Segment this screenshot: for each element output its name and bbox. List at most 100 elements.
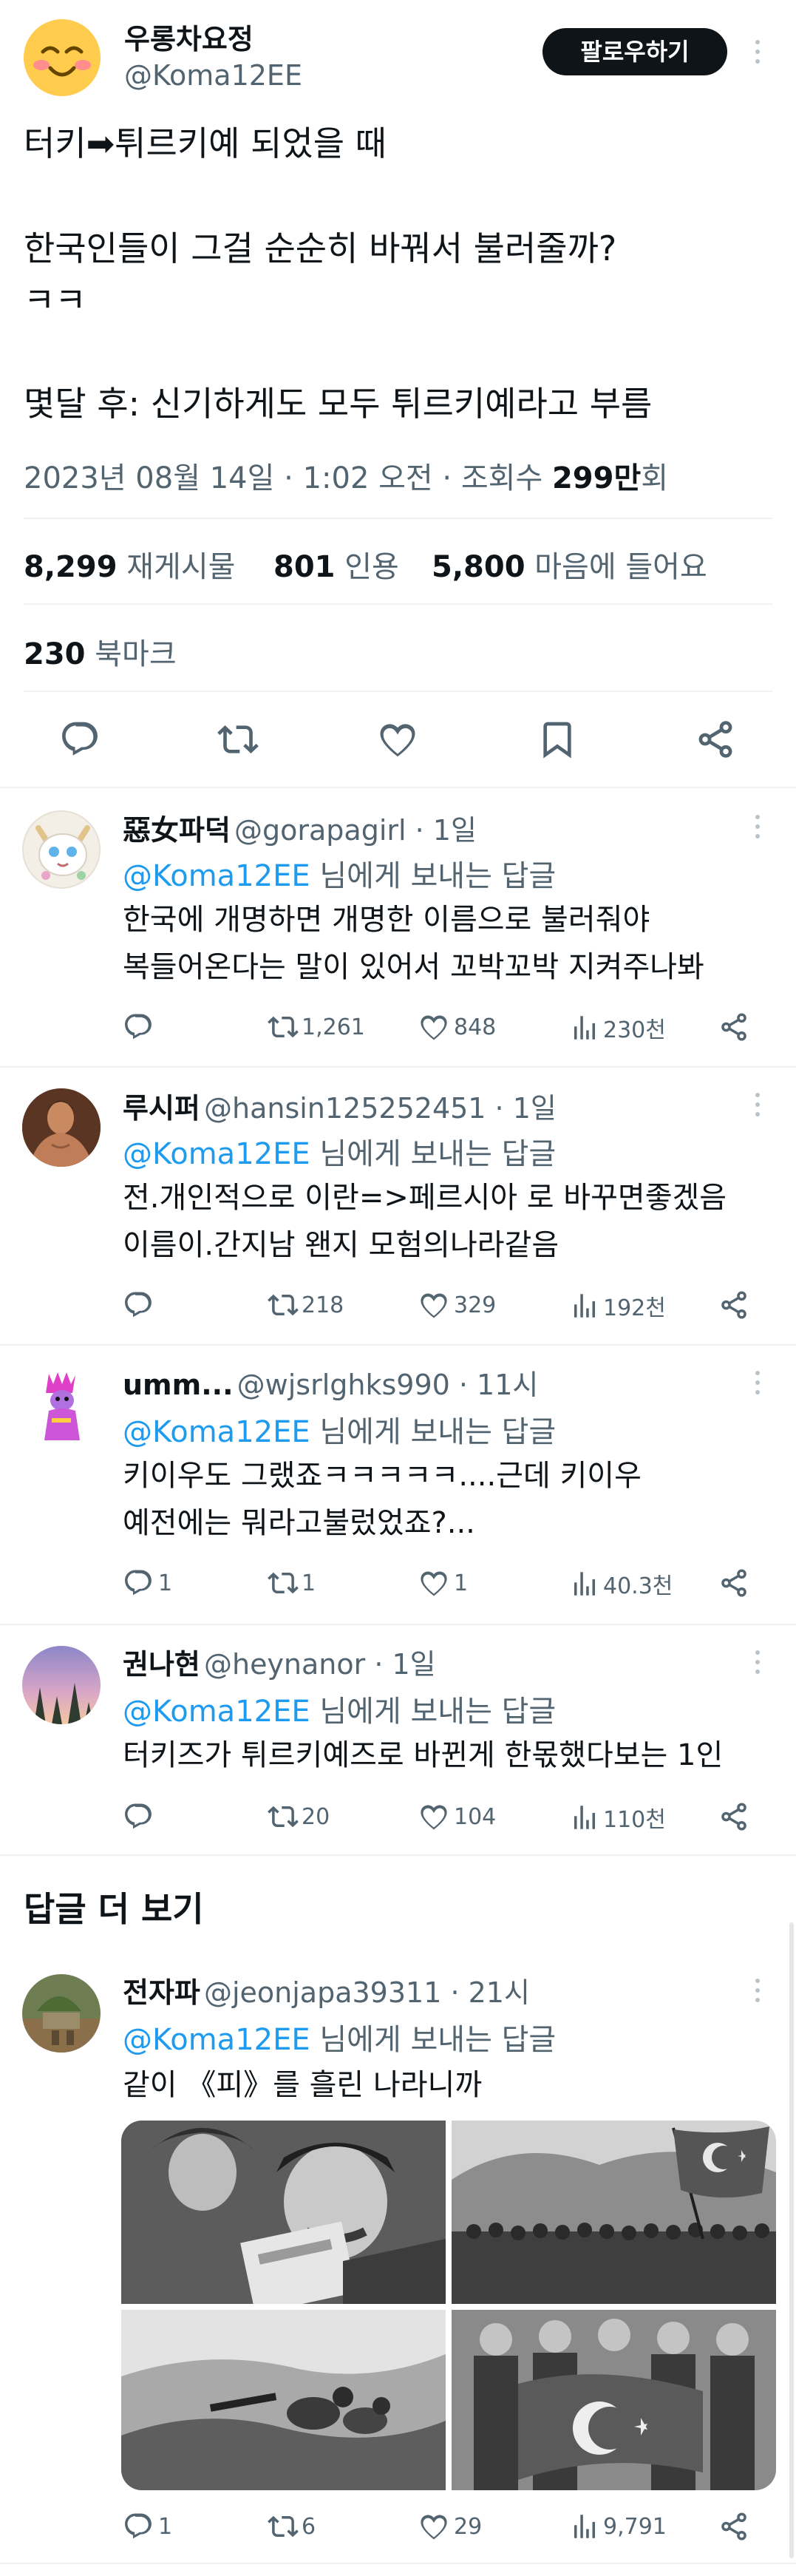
more-options-icon[interactable] — [746, 1976, 769, 2005]
reply-icon — [123, 1567, 154, 1599]
views-button[interactable]: 230천 — [569, 1011, 666, 1044]
like-button[interactable]: 29 — [418, 2511, 482, 2542]
retweet-icon — [268, 1011, 299, 1043]
share-icon[interactable] — [718, 1801, 749, 1832]
reply-author-handle[interactable]: @jeonjapa39311 · 21시 — [204, 1976, 530, 2009]
views-button[interactable]: 192천 — [569, 1289, 666, 1322]
divider — [0, 1624, 796, 1625]
reply-author-handle[interactable]: @hansin125252451 · 1일 — [204, 1092, 557, 1125]
reply-avatar[interactable] — [22, 1974, 101, 2053]
views-button[interactable]: 9,791 — [569, 2511, 667, 2542]
man-reading-comic-photo[interactable] — [121, 2121, 446, 2304]
more-options-icon[interactable] — [746, 1090, 769, 1119]
tweet-timestamp[interactable]: 2023년 08월 14일 · 1:02 오전 · 조회수 299만회 — [24, 454, 668, 497]
scrollbar[interactable] — [789, 1922, 794, 2558]
bookmark-icon[interactable] — [537, 719, 578, 760]
share-icon[interactable] — [718, 1289, 749, 1321]
share-icon[interactable] — [718, 1011, 749, 1043]
likes-stat[interactable]: 5,800 마음에 들어요 — [432, 543, 707, 586]
retweet-button[interactable]: 1,261 — [268, 1011, 365, 1043]
retweet-button[interactable]: 1 — [268, 1567, 316, 1599]
reply-to-suffix: 님에게 보내는 답글 — [310, 2023, 557, 2057]
reply-author-name[interactable]: 루시퍼 — [123, 1092, 200, 1125]
reply-avatar[interactable] — [22, 1646, 101, 1724]
views-icon — [569, 1012, 600, 1043]
retweet-button[interactable]: 20 — [268, 1801, 330, 1832]
more-options-icon[interactable] — [746, 37, 769, 67]
reply-header: 권나현 @heynanor · 1일 — [123, 1641, 436, 1682]
reply-to-handle[interactable]: @Koma12EE — [123, 2023, 310, 2057]
reply-text-line: 한국에 개명하면 개명한 이름으로 불러줘야 — [123, 903, 650, 937]
reply-icon[interactable] — [123, 1011, 154, 1043]
like-button[interactable]: 848 — [418, 1011, 496, 1043]
retweet-icon[interactable] — [217, 719, 259, 760]
reply-to-handle[interactable]: @Koma12EE — [123, 1137, 310, 1171]
quotes-stat[interactable]: 801 인용 — [273, 543, 399, 586]
reply-text-line: 전.개인적으로 이란=>페르시아 로 바꾸면좋겠음 — [123, 1181, 727, 1215]
retweet-count: 1 — [302, 1570, 316, 1596]
reply-header: umm... @wjsrlghks990 · 11시 — [123, 1362, 538, 1403]
author-avatar[interactable] — [24, 19, 101, 96]
reply-author-handle[interactable]: @heynanor · 1일 — [204, 1648, 436, 1681]
like-button[interactable]: 329 — [418, 1289, 496, 1321]
timestamp-text: 2023년 08월 14일 · 1:02 오전 · 조회수 — [24, 461, 552, 495]
reply-to-handle[interactable]: @Koma12EE — [123, 1695, 310, 1729]
reply-avatar[interactable] — [22, 1366, 101, 1445]
author-handle[interactable]: @Koma12EE — [124, 59, 302, 92]
reply-text: 한국에 개명하면 개명한 이름으로 불러줘야 복들어온다는 말이 있어서 꼬박꼬… — [123, 896, 704, 991]
bookmarks-label: 북마크 — [95, 637, 177, 671]
soldiers-holding-turkish-flag-photo[interactable] — [452, 2310, 776, 2490]
like-count: 848 — [454, 1014, 497, 1040]
like-count: 104 — [454, 1803, 497, 1830]
reply-icon[interactable] — [59, 719, 101, 760]
like-button[interactable]: 104 — [418, 1801, 496, 1832]
like-icon — [418, 2511, 449, 2542]
reply-avatar[interactable] — [22, 810, 101, 889]
soldiers-with-flag-photo[interactable] — [452, 2121, 776, 2304]
reply-to-suffix: 님에게 보내는 답글 — [310, 1137, 557, 1171]
share-icon[interactable] — [718, 1567, 749, 1599]
views-count: 299만 — [551, 461, 642, 495]
author-name[interactable]: 우롱차요정 — [124, 16, 254, 57]
reply-to-handle[interactable]: @Koma12EE — [123, 859, 310, 893]
retweet-icon — [268, 2511, 299, 2542]
retweet-button[interactable]: 218 — [268, 1289, 344, 1321]
bookmarks-stat[interactable]: 230 북마크 — [24, 630, 177, 673]
views-icon — [569, 1568, 600, 1599]
like-icon[interactable] — [377, 719, 418, 760]
more-options-icon[interactable] — [746, 1647, 769, 1677]
views-count: 230천 — [603, 1017, 666, 1043]
reply-icon[interactable] — [123, 1801, 154, 1832]
reply-author-name[interactable]: 권나현 — [123, 1648, 200, 1681]
divider — [0, 1066, 796, 1068]
retweet-button[interactable]: 6 — [268, 2511, 316, 2542]
more-options-icon[interactable] — [746, 1368, 769, 1397]
divider — [0, 1854, 796, 1856]
share-icon[interactable] — [695, 719, 736, 760]
machine-gun-position-photo[interactable] — [121, 2310, 446, 2490]
reply-avatar[interactable] — [22, 1088, 101, 1167]
share-icon[interactable] — [718, 2511, 749, 2542]
divider — [24, 691, 772, 692]
retweet-icon — [268, 1801, 299, 1832]
reply-author-handle[interactable]: @wjsrlghks990 · 11시 — [237, 1369, 539, 1401]
reply-author-name[interactable]: umm... — [123, 1369, 234, 1401]
views-button[interactable]: 40.3천 — [569, 1567, 673, 1600]
reply-author-handle[interactable]: @gorapagirl · 1일 — [234, 814, 477, 847]
reply-text: 전.개인적으로 이란=>페르시아 로 바꾸면좋겠음 이름이.간지남 왠지 모험의… — [123, 1174, 727, 1269]
photo-grid[interactable] — [121, 2121, 776, 2490]
reply-to-handle[interactable]: @Koma12EE — [123, 1415, 310, 1449]
more-options-icon[interactable] — [746, 812, 769, 841]
retweets-stat[interactable]: 8,299 재게시물 — [24, 543, 235, 586]
reply-author-name[interactable]: 惡女파덕 — [123, 814, 231, 847]
like-button[interactable]: 1 — [418, 1567, 468, 1599]
views-button[interactable]: 110천 — [569, 1801, 666, 1834]
reply-text-line: 예전에는 뭐라고불렀었죠?... — [123, 1506, 475, 1540]
reply-button[interactable]: 1 — [123, 1567, 172, 1599]
like-icon — [418, 1011, 449, 1043]
reply-author-name[interactable]: 전자파 — [123, 1976, 200, 2009]
reply-icon[interactable] — [123, 1289, 154, 1321]
views-count: 110천 — [603, 1807, 666, 1833]
reply-button[interactable]: 1 — [123, 2511, 172, 2542]
follow-button[interactable]: 팔로우하기 — [542, 28, 727, 75]
